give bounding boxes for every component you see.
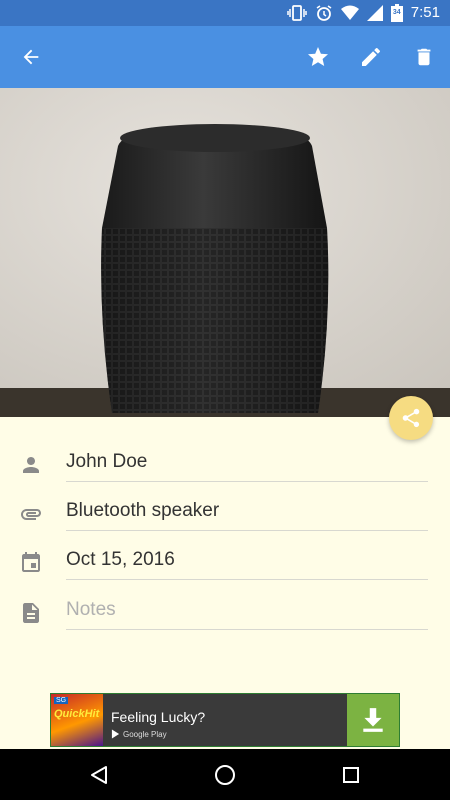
share-button[interactable]: [389, 396, 433, 440]
pencil-icon: [362, 48, 380, 66]
ad-store-label: Google Play: [123, 729, 167, 739]
ad-thumb-label: QuickHit: [54, 708, 100, 720]
ad-store-badge: Google Play: [111, 729, 167, 739]
star-icon: [308, 47, 328, 66]
notes-underline: [66, 629, 428, 630]
item-underline: [66, 530, 428, 531]
wifi-icon: [340, 5, 359, 20]
vibrate-icon: [287, 5, 307, 21]
battery-level: 34: [392, 9, 401, 16]
delete-button[interactable]: [405, 38, 443, 76]
calendar-icon: [22, 552, 40, 572]
person-underline: [66, 481, 428, 482]
person-icon: [23, 457, 39, 473]
back-button[interactable]: [12, 38, 50, 76]
back-triangle-icon: [91, 766, 107, 784]
back-arrow-icon: [23, 49, 39, 65]
ad-title[interactable]: Feeling Lucky?: [111, 709, 205, 725]
document-icon: [23, 603, 39, 623]
person-row[interactable]: John Doe: [0, 443, 450, 493]
attachment-icon: [21, 509, 41, 520]
recents-square-icon: [343, 767, 359, 783]
date-underline: [66, 579, 428, 580]
ad-app-thumbnail[interactable]: SG QuickHit: [51, 694, 103, 746]
play-store-icon: [111, 729, 120, 739]
item-photo: [0, 88, 450, 417]
toolbar: [0, 26, 450, 88]
share-icon: [402, 408, 420, 428]
nav-recents-button[interactable]: [338, 762, 364, 788]
date-row[interactable]: Oct 15, 2016: [0, 541, 450, 591]
date-field[interactable]: Oct 15, 2016: [66, 549, 175, 571]
status-time: 7:51: [410, 4, 440, 21]
status-icons: 34 7:51: [287, 3, 440, 23]
ad-download-button[interactable]: [347, 694, 399, 746]
edit-button[interactable]: [352, 38, 390, 76]
favorite-button[interactable]: [299, 38, 337, 76]
person-field[interactable]: John Doe: [66, 451, 147, 473]
alarm-icon: [316, 5, 332, 21]
nav-back-button[interactable]: [86, 762, 112, 788]
home-circle-icon: [215, 765, 235, 785]
notes-input[interactable]: Notes: [66, 599, 116, 621]
status-bar: 34 7:51: [0, 0, 450, 26]
trash-icon: [417, 48, 431, 66]
battery-icon: 34: [390, 4, 403, 22]
notes-row[interactable]: Notes: [0, 591, 450, 641]
download-icon: [363, 708, 383, 732]
item-row[interactable]: Bluetooth speaker: [0, 492, 450, 542]
navigation-bar: [0, 749, 450, 800]
item-field[interactable]: Bluetooth speaker: [66, 500, 219, 522]
signal-icon: [366, 5, 383, 21]
ad-banner[interactable]: SG QuickHit Feeling Lucky? Google Play: [50, 693, 400, 747]
ad-thumb-badge: SG: [54, 697, 69, 704]
nav-home-button[interactable]: [212, 762, 238, 788]
